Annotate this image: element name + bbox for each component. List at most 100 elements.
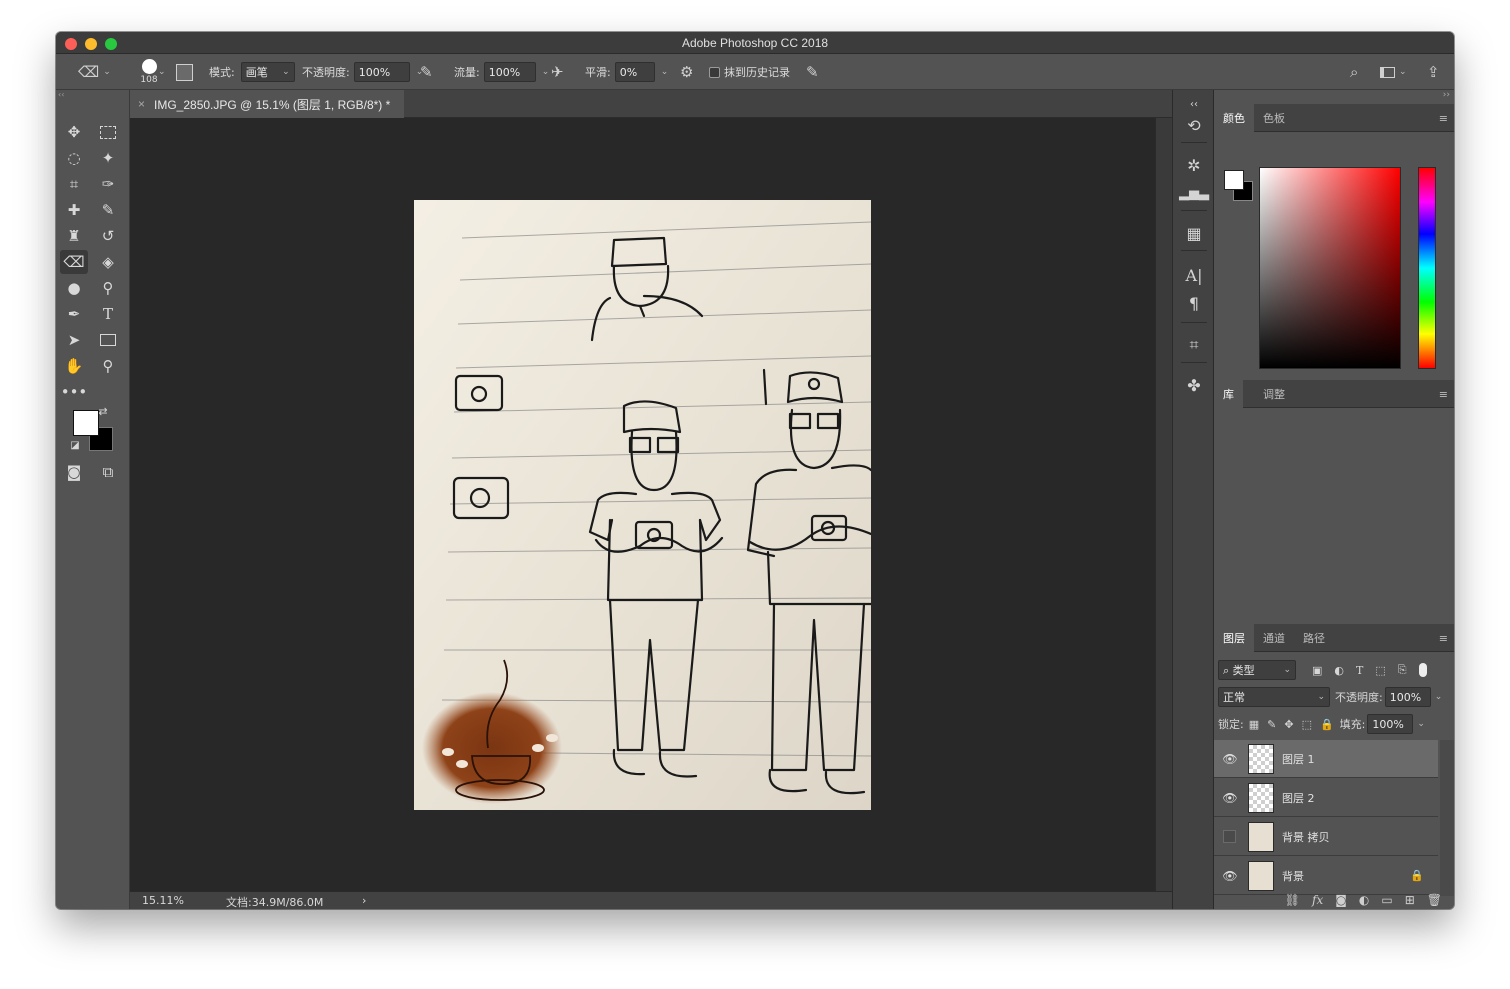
collapse-tools-icon[interactable]: ‹‹ <box>58 90 128 100</box>
fill-input[interactable]: 100% <box>1367 714 1414 734</box>
tab-swatches[interactable]: 色板 <box>1254 104 1294 132</box>
color-panel-menu-icon[interactable]: ≡ <box>1439 112 1448 125</box>
default-colors-icon[interactable]: ◪ <box>68 438 82 452</box>
layer-style-fx-icon[interactable]: fx <box>1312 893 1323 907</box>
tab-adjustments[interactable]: 调整 <box>1254 380 1294 408</box>
status-menu-arrow[interactable]: › <box>362 894 366 907</box>
layer-row[interactable]: 👁 图层 2 <box>1214 779 1438 817</box>
new-group-folder-icon[interactable]: ▭ <box>1381 893 1392 907</box>
pen-tool-icon[interactable]: ✒ <box>60 302 88 326</box>
character-panel-icon[interactable]: A| <box>1180 262 1208 288</box>
filter-toggle-switch[interactable] <box>1418 663 1427 677</box>
new-adjustment-layer-icon[interactable]: ◐ <box>1359 893 1369 907</box>
history-panel-icon[interactable]: ⟲ <box>1180 112 1208 138</box>
paint-bucket-tool-icon[interactable]: ◈ <box>94 250 122 274</box>
brush-settings-toggle[interactable] <box>176 54 193 90</box>
smoothing-slider-toggle[interactable]: ⌄ <box>661 67 669 77</box>
library-panel-menu-icon[interactable]: ≡ <box>1439 388 1448 401</box>
hand-tool-icon[interactable]: ✋ <box>60 354 88 378</box>
filter-adjustment-icon[interactable]: ◐ <box>1334 664 1344 677</box>
layers-scrollbar[interactable] <box>1440 740 1454 896</box>
layer-row[interactable]: 背景 拷贝 <box>1214 818 1438 856</box>
screen-mode-icon[interactable]: ⧉ <box>94 460 122 484</box>
close-tab-icon[interactable]: × <box>138 97 145 111</box>
lasso-tool-icon[interactable]: ◌ <box>60 146 88 170</box>
mode-select[interactable]: 画笔 ⌄ <box>240 62 295 82</box>
document-canvas[interactable] <box>414 200 871 810</box>
filter-shape-icon[interactable]: ⬚ <box>1375 664 1385 677</box>
new-layer-icon[interactable]: ⊞ <box>1405 893 1415 907</box>
lock-artboard-icon[interactable]: ⬚ <box>1302 718 1312 731</box>
blur-tool-icon[interactable]: ● <box>60 276 88 300</box>
tab-layers[interactable]: 图层 <box>1214 624 1254 652</box>
lock-transparency-icon[interactable]: ▦ <box>1249 718 1259 731</box>
move-tool-icon[interactable]: ✥ <box>60 120 88 144</box>
erase-history-checkbox[interactable]: 抹到历史记录 <box>709 54 790 90</box>
visibility-eye-icon[interactable]: 👁 <box>1222 869 1238 883</box>
layers-panel-menu-icon[interactable]: ≡ <box>1439 632 1448 645</box>
opacity-input[interactable]: 100% <box>353 62 410 82</box>
tab-channels[interactable]: 通道 <box>1254 624 1294 652</box>
brush-picker-caret[interactable]: ⌄ <box>154 54 166 90</box>
pressure-opacity-toggle[interactable]: ✎ <box>420 54 433 90</box>
expand-panels-icon[interactable]: ›› <box>1443 90 1450 100</box>
smoothing-options-button[interactable]: ⚙ <box>680 54 693 90</box>
eyedropper-tool-icon[interactable]: ✑ <box>94 172 122 196</box>
healing-brush-tool-icon[interactable]: ✚ <box>60 198 88 222</box>
history-brush-tool-icon[interactable]: ↺ <box>94 224 122 248</box>
layer-filter-select[interactable]: ⌕ 类型 ⌄ <box>1218 660 1296 680</box>
paragraph-panel-icon[interactable]: ¶ <box>1180 290 1208 316</box>
tab-libraries[interactable]: 库 <box>1214 380 1243 408</box>
pressure-size-toggle[interactable]: ✎ <box>806 54 819 90</box>
puzzle-panel-icon[interactable]: ✤ <box>1180 372 1208 398</box>
blend-mode-select[interactable]: 正常 ⌄ <box>1218 687 1330 707</box>
layer-opacity-slider-toggle[interactable]: ⌄ <box>1435 692 1443 702</box>
crop-tool-icon[interactable]: ⌗ <box>60 172 88 196</box>
link-layers-icon[interactable]: ⛓ <box>1285 893 1300 907</box>
fill-slider-toggle[interactable]: ⌄ <box>1417 719 1425 729</box>
eraser-tool-icon[interactable]: ⌫ <box>60 250 88 274</box>
tool-preset-picker[interactable]: ⌫ ⌄ <box>78 54 111 90</box>
type-tool-icon[interactable]: T <box>94 302 122 326</box>
visibility-eye-icon[interactable]: 👁 <box>1222 752 1238 766</box>
filter-type-icon[interactable]: T <box>1356 664 1363 677</box>
document-tab[interactable]: × IMG_2850.JPG @ 15.1% (图层 1, RGB/8*) * <box>130 90 404 118</box>
add-mask-icon[interactable]: ◙ <box>1335 893 1347 907</box>
lock-position-icon[interactable]: ✥ <box>1284 718 1293 731</box>
zoom-level[interactable]: 15.11% <box>142 894 184 907</box>
tab-paths[interactable]: 路径 <box>1294 624 1334 652</box>
hue-slider[interactable] <box>1418 167 1436 369</box>
filter-smart-object-icon[interactable]: ⎘ <box>1398 663 1407 677</box>
lock-image-pixels-icon[interactable]: ✎ <box>1267 718 1276 731</box>
search-button[interactable]: ⌕ <box>1350 54 1358 90</box>
layer-opacity-input[interactable]: 100% <box>1384 687 1431 707</box>
collapse-strip-icon[interactable]: ‹‹ <box>1180 98 1208 110</box>
marquee-tool-icon[interactable] <box>94 120 122 144</box>
brush-tool-icon[interactable]: ✎ <box>94 198 122 222</box>
navigator-panel-icon[interactable]: ✲ <box>1180 152 1208 178</box>
quick-mask-icon[interactable]: ◙ <box>60 460 88 484</box>
vertical-scrollbar[interactable] <box>1155 118 1172 891</box>
airbrush-toggle[interactable]: ✈ <box>551 54 564 90</box>
properties-panel-icon[interactable]: ▦ <box>1180 220 1208 246</box>
flow-slider-toggle[interactable]: ⌄ <box>542 67 550 77</box>
magic-wand-tool-icon[interactable]: ✦ <box>94 146 122 170</box>
rectangle-tool-icon[interactable] <box>94 328 122 352</box>
lock-all-icon[interactable]: 🔒 <box>1320 718 1334 731</box>
layer-row[interactable]: 👁 图层 1 <box>1214 740 1438 778</box>
canvas-area[interactable] <box>130 118 1155 891</box>
visibility-eye-icon[interactable]: 👁 <box>1222 791 1238 805</box>
flow-input[interactable]: 100% <box>483 62 536 82</box>
color-picker-field[interactable] <box>1259 167 1401 369</box>
visibility-toggle-off[interactable] <box>1223 830 1236 843</box>
path-selection-tool-icon[interactable]: ➤ <box>60 328 88 352</box>
share-button[interactable]: ⇪ <box>1427 54 1440 90</box>
tab-color[interactable]: 颜色 <box>1214 104 1254 132</box>
crop-panel-icon[interactable]: ⌗ <box>1180 332 1208 358</box>
filter-pixel-icon[interactable]: ▣ <box>1312 664 1322 677</box>
clone-stamp-tool-icon[interactable]: ♜ <box>60 224 88 248</box>
smoothing-input[interactable]: 0% <box>614 62 655 82</box>
more-tools-icon[interactable]: ••• <box>60 380 88 404</box>
delete-layer-trash-icon[interactable]: 🗑 <box>1427 893 1442 907</box>
foreground-color-swatch[interactable] <box>73 410 99 436</box>
